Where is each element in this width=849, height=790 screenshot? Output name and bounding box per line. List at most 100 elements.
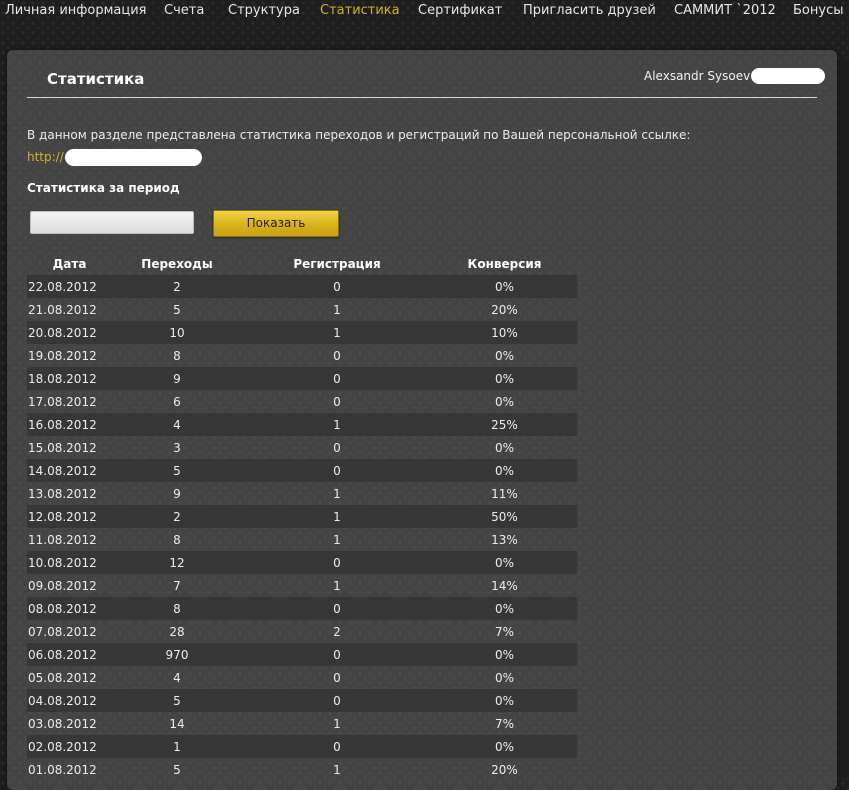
table-row: 07.08.2012 28 2 7% [27, 620, 577, 643]
top-nav: Личная информация Счета Структура Статис… [0, 0, 849, 24]
cell-conversion: 7% [494, 716, 515, 731]
cell-visits: 8 [173, 601, 181, 616]
table-row: 09.08.2012 7 1 14% [27, 574, 577, 597]
cell-registrations: 0 [333, 371, 341, 386]
table-row: 08.08.2012 8 0 0% [27, 597, 577, 620]
redacted-link-mask [65, 149, 202, 166]
cell-visits: 8 [173, 348, 181, 363]
cell-conversion: 0% [494, 279, 515, 294]
cell-conversion: 0% [494, 693, 515, 708]
cell-date: 06.08.2012 [28, 647, 97, 662]
table-row: 18.08.2012 9 0 0% [27, 367, 577, 390]
table-row: 11.08.2012 8 1 13% [27, 528, 577, 551]
cell-registrations: 0 [333, 279, 341, 294]
cell-date: 21.08.2012 [28, 302, 97, 317]
cell-conversion: 14% [491, 578, 518, 593]
table-row: 19.08.2012 8 0 0% [27, 344, 577, 367]
table-row: 21.08.2012 5 1 20% [27, 298, 577, 321]
table-row: 01.08.2012 5 1 20% [27, 758, 577, 781]
cell-date: 11.08.2012 [28, 532, 97, 547]
period-heading: Статистика за период [27, 181, 180, 195]
cell-conversion: 0% [494, 670, 515, 685]
cell-visits: 5 [173, 762, 181, 777]
cell-visits: 970 [165, 647, 189, 662]
user-name: Alexsandr Sysoev [644, 69, 751, 83]
nav-item-personal-info[interactable]: Личная информация [5, 3, 146, 18]
cell-date: 18.08.2012 [28, 371, 97, 386]
cell-visits: 2 [173, 279, 181, 294]
nav-item-accounts[interactable]: Счета [164, 3, 204, 18]
nav-item-bonuses[interactable]: Бонусы [793, 3, 843, 18]
table-row: 04.08.2012 5 0 0% [27, 689, 577, 712]
cell-registrations: 2 [333, 624, 341, 639]
table-row: 05.08.2012 4 0 0% [27, 666, 577, 689]
cell-conversion: 0% [494, 394, 515, 409]
cell-registrations: 1 [333, 325, 341, 340]
cell-registrations: 0 [333, 647, 341, 662]
cell-registrations: 0 [333, 670, 341, 685]
cell-registrations: 1 [333, 578, 341, 593]
cell-date: 12.08.2012 [28, 509, 97, 524]
cell-conversion: 0% [494, 601, 515, 616]
cell-date: 03.08.2012 [28, 716, 97, 731]
cell-visits: 12 [169, 555, 185, 570]
cell-conversion: 13% [491, 532, 518, 547]
cell-date: 16.08.2012 [28, 417, 97, 432]
cell-date: 13.08.2012 [28, 486, 97, 501]
cell-date: 09.08.2012 [28, 578, 97, 593]
nav-item-statistics[interactable]: Статистика [320, 3, 400, 18]
cell-visits: 2 [173, 509, 181, 524]
table-row: 13.08.2012 9 1 11% [27, 482, 577, 505]
nav-item-invite-friends[interactable]: Пригласить друзей [523, 3, 656, 18]
cell-registrations: 0 [333, 739, 341, 754]
cell-visits: 1 [173, 739, 181, 754]
referral-link[interactable]: http:// [27, 150, 64, 164]
table-row: 03.08.2012 14 1 7% [27, 712, 577, 735]
cell-date: 04.08.2012 [28, 693, 97, 708]
cell-visits: 9 [173, 371, 181, 386]
cell-visits: 5 [173, 693, 181, 708]
cell-visits: 7 [173, 578, 181, 593]
cell-conversion: 0% [494, 440, 515, 455]
table-row: 17.08.2012 6 0 0% [27, 390, 577, 413]
cell-date: 15.08.2012 [28, 440, 97, 455]
cell-visits: 4 [173, 670, 181, 685]
cell-date: 10.08.2012 [28, 555, 97, 570]
table-row: 16.08.2012 4 1 25% [27, 413, 577, 436]
table-row: 20.08.2012 10 1 10% [27, 321, 577, 344]
nav-item-certificate[interactable]: Сертификат [418, 3, 502, 18]
page-title: Статистика [47, 70, 145, 88]
nav-item-summit[interactable]: САММИТ `2012 [674, 3, 776, 18]
cell-conversion: 0% [494, 348, 515, 363]
cell-date: 17.08.2012 [28, 394, 97, 409]
column-header-date: Дата [52, 256, 87, 271]
cell-conversion: 25% [491, 417, 518, 432]
cell-visits: 6 [173, 394, 181, 409]
cell-conversion: 0% [494, 555, 515, 570]
cell-registrations: 0 [333, 693, 341, 708]
cell-date: 22.08.2012 [28, 279, 97, 294]
cell-visits: 9 [173, 486, 181, 501]
cell-conversion: 0% [494, 463, 515, 478]
cell-registrations: 0 [333, 601, 341, 616]
cell-visits: 14 [169, 716, 185, 731]
cell-conversion: 11% [491, 486, 518, 501]
page-edge [837, 60, 849, 777]
cell-registrations: 1 [333, 532, 341, 547]
table-row: 10.08.2012 12 0 0% [27, 551, 577, 574]
table-row: 14.08.2012 5 0 0% [27, 459, 577, 482]
nav-item-structure[interactable]: Структура [228, 3, 300, 18]
cell-registrations: 0 [333, 463, 341, 478]
date-range-input[interactable] [30, 211, 194, 234]
cell-registrations: 1 [333, 509, 341, 524]
cell-registrations: 1 [333, 716, 341, 731]
cell-date: 07.08.2012 [28, 624, 97, 639]
cell-date: 08.08.2012 [28, 601, 97, 616]
cell-registrations: 1 [333, 417, 341, 432]
table-row: 12.08.2012 2 1 50% [27, 505, 577, 528]
content-panel: Статистика Alexsandr Sysoev В данном раз… [7, 50, 837, 790]
intro-text: В данном разделе представлена статистика… [27, 128, 691, 142]
table-header-row: Дата Переходы Регистрация Конверсия [27, 252, 577, 275]
cell-visits: 10 [169, 325, 185, 340]
show-button[interactable]: Показать [213, 210, 339, 237]
